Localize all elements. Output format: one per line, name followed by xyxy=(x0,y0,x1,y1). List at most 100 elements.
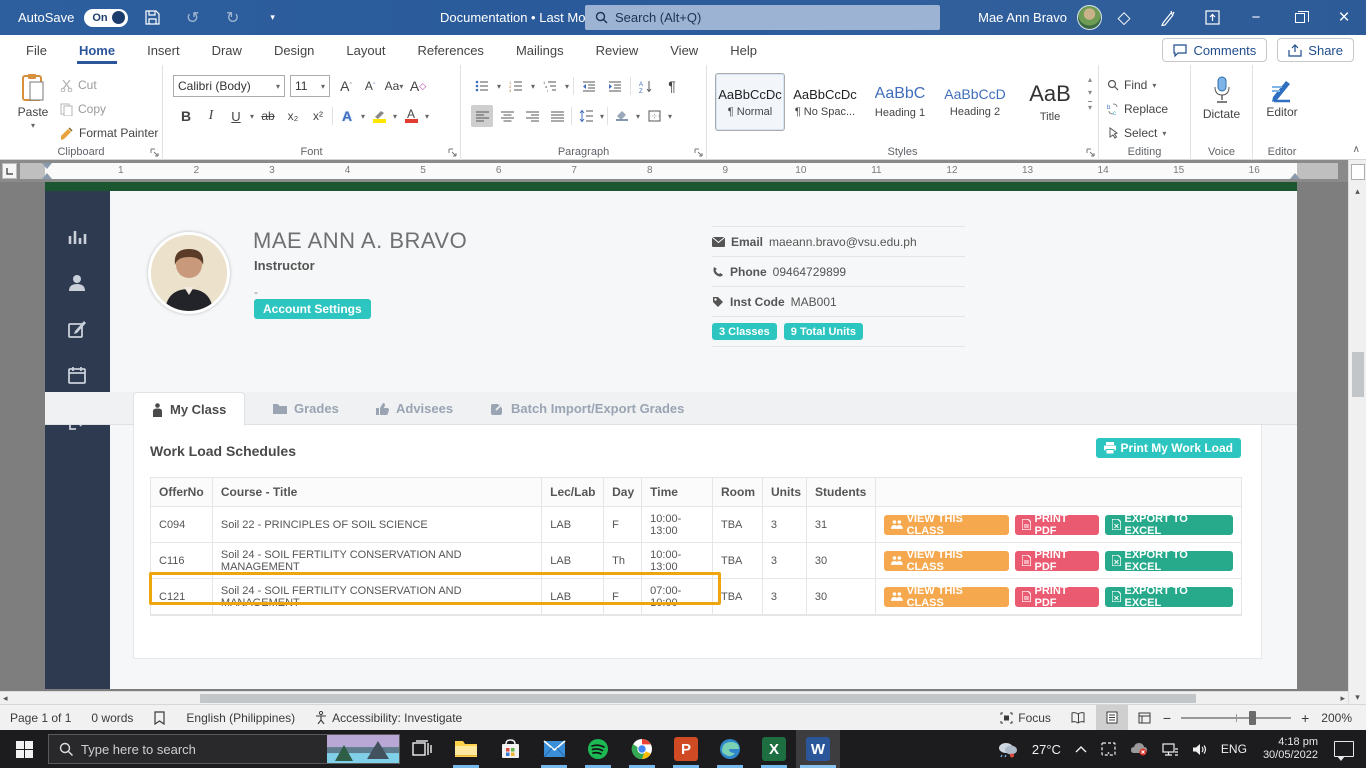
diamond-icon[interactable]: ◇ xyxy=(1102,0,1146,35)
show-formatting-button[interactable]: ¶ xyxy=(661,75,683,97)
language-indicator[interactable]: English (Philippines) xyxy=(176,705,305,731)
horizontal-ruler[interactable]: 12345678910111213141516 xyxy=(20,163,1338,179)
chrome-button[interactable] xyxy=(620,730,664,768)
word-button[interactable]: W xyxy=(796,730,840,768)
styles-more-icon[interactable]: ▾ xyxy=(1088,101,1092,112)
increase-indent-button[interactable] xyxy=(604,75,626,97)
qat-chevron-icon[interactable]: ▾ xyxy=(258,5,288,31)
numbering-button[interactable]: 123 xyxy=(505,75,527,97)
bold-button[interactable]: B xyxy=(175,105,197,127)
change-case-button[interactable]: Aa▾ xyxy=(383,75,405,97)
view-class-button[interactable]: VIEW THIS CLASS xyxy=(884,551,1009,571)
grow-font-button[interactable]: Aˆ xyxy=(335,75,357,97)
tab-grades[interactable]: Grades xyxy=(255,392,357,425)
vertical-scroll-thumb[interactable] xyxy=(1352,352,1364,397)
horizontal-scrollbar[interactable]: ◂ ▸ xyxy=(0,691,1348,704)
styles-scroll-down-icon[interactable]: ▾ xyxy=(1088,88,1092,97)
action-center-button[interactable] xyxy=(1328,730,1366,768)
excel-button[interactable]: X xyxy=(752,730,796,768)
undo-icon[interactable]: ↺ xyxy=(178,5,208,31)
scroll-right-icon[interactable]: ▸ xyxy=(1340,693,1345,704)
account-settings-button[interactable]: Account Settings xyxy=(254,299,371,319)
focus-button[interactable]: Focus xyxy=(990,705,1061,731)
tab-design[interactable]: Design xyxy=(258,35,330,65)
taskbar-search[interactable] xyxy=(48,734,400,764)
tablet-icon[interactable] xyxy=(1095,730,1122,768)
superscript-button[interactable]: x² xyxy=(307,105,329,127)
task-view-button[interactable] xyxy=(400,730,444,768)
align-center-button[interactable] xyxy=(496,105,518,127)
cut-button[interactable]: Cut xyxy=(60,73,158,97)
styles-dialog-launcher[interactable] xyxy=(1086,148,1095,157)
shading-dropdown-icon[interactable]: ▾ xyxy=(636,112,640,121)
tab-references[interactable]: References xyxy=(401,35,499,65)
language-indicator[interactable]: ENG xyxy=(1215,730,1253,768)
italic-button[interactable]: I xyxy=(200,105,222,127)
multilevel-dropdown-icon[interactable]: ▾ xyxy=(565,82,569,91)
multilevel-list-button[interactable]: 1ai xyxy=(539,75,561,97)
tab-review[interactable]: Review xyxy=(580,35,655,65)
editor-button[interactable]: Editor xyxy=(1253,69,1311,119)
sort-button[interactable]: AZ xyxy=(635,75,657,97)
paste-button[interactable]: Paste ▾ xyxy=(10,65,56,130)
print-pdf-button[interactable]: PRINT PDF xyxy=(1015,587,1099,607)
underline-dropdown-icon[interactable]: ▾ xyxy=(250,112,254,121)
page-indicator[interactable]: Page 1 of 1 xyxy=(0,705,81,731)
tab-stop-selector[interactable] xyxy=(2,163,17,179)
font-color-button[interactable]: A xyxy=(400,105,422,127)
proofing-icon[interactable] xyxy=(143,705,176,731)
text-effects-button[interactable]: A xyxy=(336,105,358,127)
powerpoint-button[interactable]: P xyxy=(664,730,708,768)
decrease-indent-button[interactable] xyxy=(578,75,600,97)
highlight-button[interactable] xyxy=(368,105,390,127)
styles-scroll-up-icon[interactable]: ▴ xyxy=(1088,75,1092,84)
vertical-scrollbar[interactable]: ▴ ▾ xyxy=(1348,160,1366,704)
font-size-select[interactable]: 11▾ xyxy=(290,75,330,97)
scroll-down-icon[interactable]: ▾ xyxy=(1349,690,1366,704)
style-heading2[interactable]: AaBbCcD Heading 2 xyxy=(940,73,1010,131)
close-icon[interactable]: × xyxy=(1322,0,1366,35)
file-explorer-button[interactable] xyxy=(444,730,488,768)
edit-icon[interactable] xyxy=(67,319,87,339)
borders-dropdown-icon[interactable]: ▾ xyxy=(668,112,672,121)
ribbon-display-icon[interactable] xyxy=(1190,0,1234,35)
tab-home[interactable]: Home xyxy=(63,35,131,65)
line-spacing-button[interactable] xyxy=(575,105,597,127)
volume-icon[interactable] xyxy=(1186,730,1213,768)
start-button[interactable] xyxy=(0,730,48,768)
shading-button[interactable] xyxy=(611,105,633,127)
line-spacing-dropdown-icon[interactable]: ▾ xyxy=(600,112,604,121)
justify-button[interactable] xyxy=(546,105,568,127)
font-name-select[interactable]: Calibri (Body)▾ xyxy=(173,75,285,97)
user-name[interactable]: Mae Ann Bravo xyxy=(968,10,1077,25)
tab-view[interactable]: View xyxy=(654,35,714,65)
replace-button[interactable]: bc Replace xyxy=(1107,97,1168,121)
first-line-indent-marker[interactable] xyxy=(42,163,52,169)
copy-button[interactable]: Copy xyxy=(60,97,158,121)
user-avatar[interactable] xyxy=(1077,5,1102,30)
print-pdf-button[interactable]: PRINT PDF xyxy=(1015,515,1099,535)
tab-file[interactable]: File xyxy=(10,35,63,65)
edge-button[interactable] xyxy=(708,730,752,768)
font-color-dropdown-icon[interactable]: ▾ xyxy=(425,112,429,121)
print-layout-icon[interactable] xyxy=(1096,705,1128,731)
store-button[interactable] xyxy=(488,730,532,768)
style-normal[interactable]: AaBbCcDc ¶ Normal xyxy=(715,73,785,131)
view-class-button[interactable]: VIEW THIS CLASS xyxy=(884,587,1009,607)
align-right-button[interactable] xyxy=(521,105,543,127)
redo-icon[interactable]: ↻ xyxy=(218,5,248,31)
zoom-in-icon[interactable]: + xyxy=(1299,705,1311,731)
ink-pen-icon[interactable] xyxy=(1146,0,1190,35)
tab-insert[interactable]: Insert xyxy=(131,35,196,65)
format-painter-button[interactable]: Format Painter xyxy=(60,121,158,145)
search-input[interactable] xyxy=(615,10,895,25)
export-excel-button[interactable]: EXPORT TO EXCEL xyxy=(1105,551,1233,571)
tab-help[interactable]: Help xyxy=(714,35,773,65)
clock[interactable]: 4:18 pm 30/05/2022 xyxy=(1255,736,1326,762)
export-excel-button[interactable]: EXPORT TO EXCEL xyxy=(1105,587,1233,607)
user-icon[interactable] xyxy=(67,273,87,293)
network-icon[interactable] xyxy=(1156,730,1184,768)
minimize-icon[interactable]: − xyxy=(1234,0,1278,35)
paste-dropdown-icon[interactable]: ▾ xyxy=(31,121,35,130)
highlight-dropdown-icon[interactable]: ▾ xyxy=(393,112,397,121)
